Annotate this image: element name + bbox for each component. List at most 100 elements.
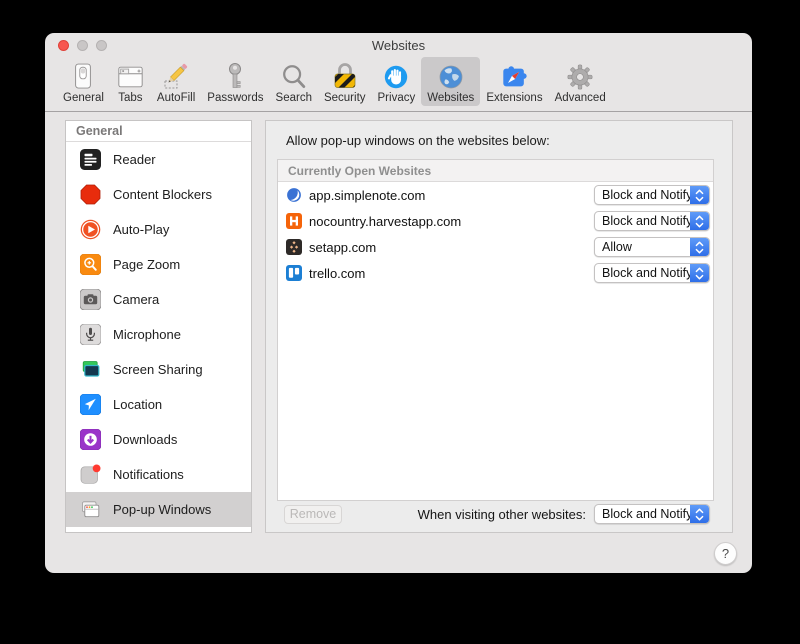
preferences-toolbar: General Tabs AutoFill Passwords Search S…	[45, 55, 752, 112]
safari-preferences-window: Websites General Tabs AutoFill Passwords…	[45, 33, 752, 573]
sidebar-item-label: Microphone	[113, 327, 181, 342]
sidebar-item-label: Downloads	[113, 432, 178, 447]
stepper-arrows-icon	[690, 264, 709, 282]
traffic-lights	[58, 40, 107, 51]
magnifier-icon	[280, 60, 308, 91]
sidebar-item-label: Screen Sharing	[113, 362, 203, 377]
sidebar-item-camera[interactable]: Camera	[66, 282, 251, 317]
sidebar-item-reader[interactable]: Reader	[66, 142, 251, 177]
play-circle-icon	[79, 219, 101, 241]
globe-icon	[437, 60, 465, 91]
tab-websites[interactable]: Websites	[421, 57, 481, 106]
tab-label: General	[63, 92, 104, 104]
sidebar-item-label: Location	[113, 397, 163, 412]
table-row[interactable]: trello.com Block and Notify	[278, 260, 713, 286]
popup-windows-panel: Allow pop-up windows on the websites bel…	[265, 120, 733, 533]
tab-advanced[interactable]: Advanced	[549, 57, 612, 106]
select-value: Block and Notify	[602, 507, 693, 521]
gear-icon	[566, 60, 594, 91]
panel-heading: Allow pop-up windows on the websites bel…	[286, 133, 550, 148]
tab-label: AutoFill	[156, 92, 196, 104]
select-value: Block and Notify	[602, 266, 693, 280]
window-title: Websites	[371, 38, 426, 53]
stepper-arrows-icon	[690, 505, 709, 523]
zoom-magnifier-icon	[79, 254, 101, 276]
popup-window-icon	[79, 499, 101, 521]
website-domain: nocountry.harvestapp.com	[309, 213, 462, 229]
tab-security[interactable]: Security	[318, 57, 372, 106]
tab-general[interactable]: General	[57, 57, 110, 106]
popup-setting-select[interactable]: Block and Notify	[594, 263, 710, 283]
tab-label: Passwords	[207, 92, 264, 104]
tab-label: Security	[323, 92, 366, 104]
stepper-arrows-icon	[690, 238, 709, 256]
table-row[interactable]: app.simplenote.com Block and Notify	[278, 182, 713, 208]
tab-extensions[interactable]: Extensions	[480, 57, 548, 106]
sidebar-item-pop-up-windows[interactable]: Pop-up Windows	[66, 492, 251, 527]
location-arrow-icon	[79, 394, 101, 416]
close-button[interactable]	[58, 40, 69, 51]
sidebar-item-downloads[interactable]: Downloads	[66, 422, 251, 457]
tab-label: Tabs	[118, 92, 143, 104]
help-button[interactable]: ?	[714, 542, 737, 565]
hazard-lock-icon	[332, 60, 358, 91]
tab-autofill[interactable]: AutoFill	[151, 57, 201, 106]
website-domain: setapp.com	[309, 239, 377, 255]
camera-icon	[79, 289, 101, 311]
sidebar-item-content-blockers[interactable]: Content Blockers	[66, 177, 251, 212]
sidebar-item-notifications[interactable]: Notifications	[66, 457, 251, 492]
table-header: Currently Open Websites	[278, 160, 713, 182]
remove-button[interactable]: Remove	[284, 504, 342, 524]
notification-badge-icon	[79, 464, 101, 486]
harvest-favicon	[286, 213, 302, 229]
sidebar-item-auto-play[interactable]: Auto-Play	[66, 212, 251, 247]
setapp-favicon	[286, 239, 302, 255]
select-value: Block and Notify	[602, 188, 693, 202]
sidebar-item-microphone[interactable]: Microphone	[66, 317, 251, 352]
select-value: Allow	[602, 240, 632, 254]
stop-octagon-icon	[79, 184, 101, 206]
pencil-icon	[162, 60, 190, 91]
zoom-button[interactable]	[96, 40, 107, 51]
table-row[interactable]: setapp.com Allow	[278, 234, 713, 260]
stepper-arrows-icon	[690, 212, 709, 230]
tab-tabs[interactable]: Tabs	[110, 57, 151, 106]
sidebar-item-label: Reader	[113, 152, 156, 167]
tab-label: Search	[275, 92, 312, 104]
key-icon	[226, 60, 244, 91]
sidebar-item-screen-sharing[interactable]: Screen Sharing	[66, 352, 251, 387]
tab-passwords[interactable]: Passwords	[201, 57, 269, 106]
tab-label: Advanced	[554, 92, 606, 104]
tab-privacy[interactable]: Privacy	[372, 57, 422, 106]
website-domain: app.simplenote.com	[309, 187, 426, 203]
bottom-controls: Remove When visiting other websites: Blo…	[284, 504, 710, 524]
sidebar-item-label: Notifications	[113, 467, 184, 482]
light-switch-icon	[71, 60, 95, 91]
hand-circle-icon	[382, 60, 410, 91]
select-value: Block and Notify	[602, 214, 693, 228]
download-circle-icon	[79, 429, 101, 451]
puzzle-icon	[500, 60, 529, 91]
popup-setting-select[interactable]: Block and Notify	[594, 211, 710, 231]
tab-label: Privacy	[377, 92, 416, 104]
titlebar: Websites	[45, 33, 752, 55]
sidebar-item-label: Pop-up Windows	[113, 502, 212, 517]
reader-icon	[79, 149, 101, 171]
table-row[interactable]: nocountry.harvestapp.com Block and Notif…	[278, 208, 713, 234]
preferences-content: General Reader Content Blockers Auto-Pla…	[45, 112, 752, 572]
popup-setting-select[interactable]: Allow	[594, 237, 710, 257]
sidebar-item-label: Camera	[113, 292, 160, 307]
sidebar-item-label: Auto-Play	[113, 222, 170, 237]
sidebar-item-location[interactable]: Location	[66, 387, 251, 422]
sidebar-item-label: Page Zoom	[113, 257, 181, 272]
sidebar-item-page-zoom[interactable]: Page Zoom	[66, 247, 251, 282]
simplenote-favicon	[286, 187, 302, 203]
popup-setting-select[interactable]: Block and Notify	[594, 185, 710, 205]
sidebar-item-label: Content Blockers	[113, 187, 212, 202]
website-domain: trello.com	[309, 265, 366, 281]
trello-favicon	[286, 265, 302, 281]
other-websites-select[interactable]: Block and Notify	[594, 504, 710, 524]
tab-label: Extensions	[486, 92, 543, 104]
minimize-button[interactable]	[77, 40, 88, 51]
tab-search[interactable]: Search	[270, 57, 318, 106]
